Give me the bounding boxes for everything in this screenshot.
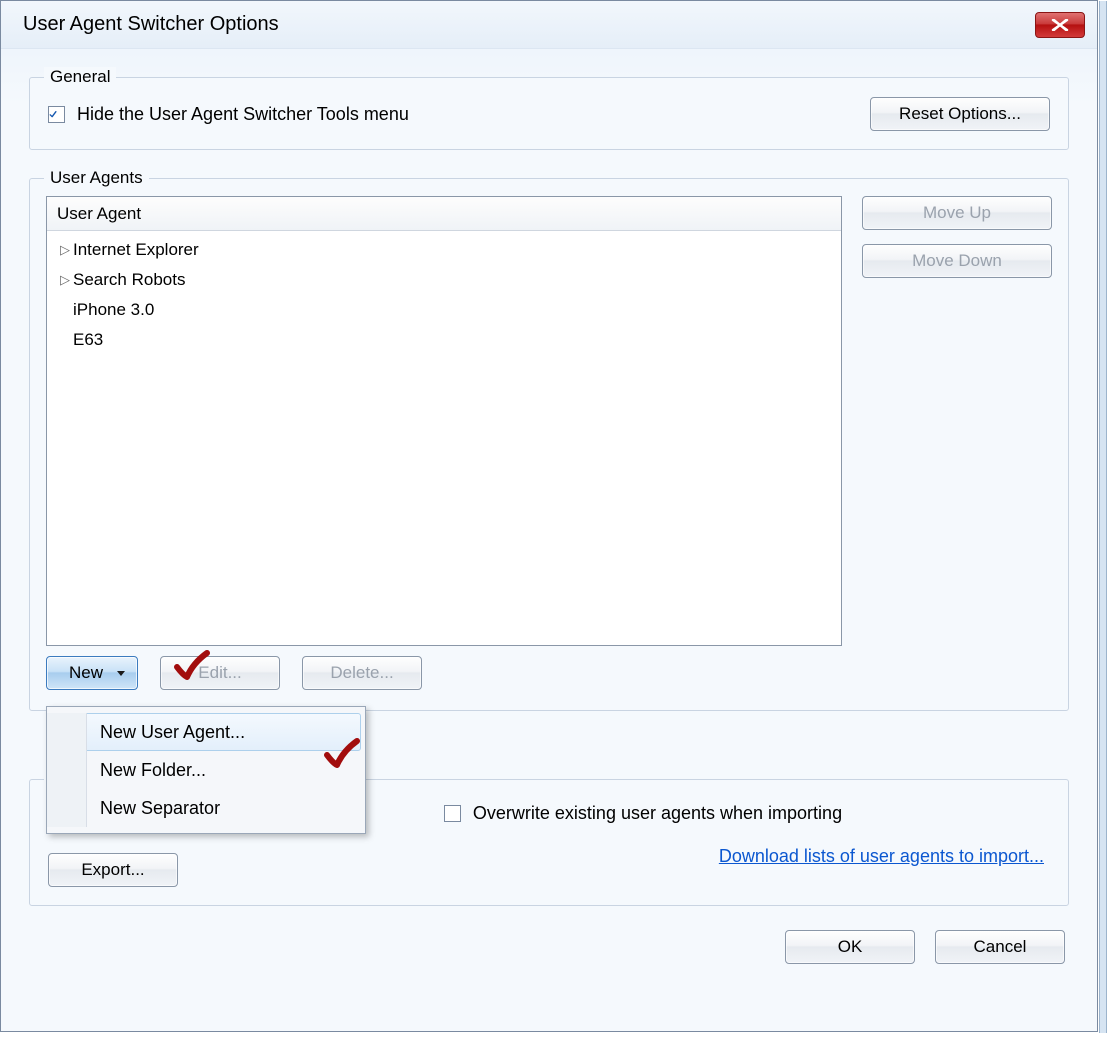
user-agents-listview[interactable]: User Agent ▷ Internet Explorer ▷ Search …	[46, 196, 842, 646]
dialog-window: User Agent Switcher Options General Hide…	[0, 0, 1098, 1032]
menu-item-new-folder[interactable]: New Folder...	[51, 751, 361, 789]
listview-column-header[interactable]: User Agent	[47, 197, 841, 231]
listview-body: ▷ Internet Explorer ▷ Search Robots iPho…	[47, 231, 841, 645]
delete-button[interactable]: Delete...	[302, 656, 422, 690]
new-dropdown-menu: New User Agent... New Folder... New Sepa…	[46, 706, 366, 834]
user-agents-legend: User Agents	[44, 168, 149, 188]
close-icon	[1051, 19, 1069, 31]
list-item[interactable]: ▷ Search Robots	[53, 265, 835, 295]
window-edge	[1099, 1, 1107, 1033]
move-buttons-column: Move Up Move Down	[862, 196, 1052, 278]
download-link[interactable]: Download lists of user agents to import.…	[236, 846, 1050, 867]
list-item[interactable]: ▷ Internet Explorer	[53, 235, 835, 265]
list-item-label: E63	[73, 330, 103, 350]
reset-options-button[interactable]: Reset Options...	[870, 97, 1050, 131]
user-agents-group: User Agents User Agent ▷ Internet Explor…	[29, 168, 1069, 711]
edit-button[interactable]: Edit...	[160, 656, 280, 690]
title-bar: User Agent Switcher Options	[1, 1, 1097, 49]
menu-item-label: New User Agent...	[100, 722, 245, 743]
menu-item-label: New Folder...	[100, 760, 206, 781]
window-title: User Agent Switcher Options	[23, 13, 1035, 36]
expand-icon[interactable]: ▷	[57, 272, 73, 288]
move-up-button[interactable]: Move Up	[862, 196, 1052, 230]
new-button-label: New	[69, 663, 103, 683]
menu-item-new-separator[interactable]: New Separator	[51, 789, 361, 827]
cancel-button[interactable]: Cancel	[935, 930, 1065, 964]
ok-button[interactable]: OK	[785, 930, 915, 964]
checkmark-icon	[49, 108, 57, 121]
dropdown-caret-icon	[117, 671, 125, 676]
move-down-button[interactable]: Move Down	[862, 244, 1052, 278]
menu-item-new-user-agent[interactable]: New User Agent...	[51, 713, 361, 751]
general-group: General Hide the User Agent Switcher Too…	[29, 67, 1069, 150]
new-button[interactable]: New	[46, 656, 138, 690]
hide-menu-label: Hide the User Agent Switcher Tools menu	[77, 104, 858, 125]
general-legend: General	[44, 67, 116, 87]
list-item-label: Search Robots	[73, 270, 185, 290]
overwrite-checkbox[interactable]	[444, 805, 461, 822]
expand-icon[interactable]: ▷	[57, 242, 73, 258]
list-item[interactable]: E63	[53, 325, 835, 355]
hide-menu-checkbox[interactable]	[48, 106, 65, 123]
close-button[interactable]	[1035, 12, 1085, 38]
export-button[interactable]: Export...	[48, 853, 178, 887]
dialog-content: General Hide the User Agent Switcher Too…	[1, 49, 1097, 1031]
menu-item-label: New Separator	[100, 798, 220, 819]
overwrite-label: Overwrite existing user agents when impo…	[473, 803, 842, 824]
menu-gutter	[47, 713, 87, 827]
list-item[interactable]: iPhone 3.0	[53, 295, 835, 325]
dialog-footer: OK Cancel	[29, 924, 1069, 974]
list-item-label: iPhone 3.0	[73, 300, 154, 320]
list-item-label: Internet Explorer	[73, 240, 199, 260]
user-agent-action-row: New Edit... Delete... New User Agent... …	[46, 656, 1052, 690]
